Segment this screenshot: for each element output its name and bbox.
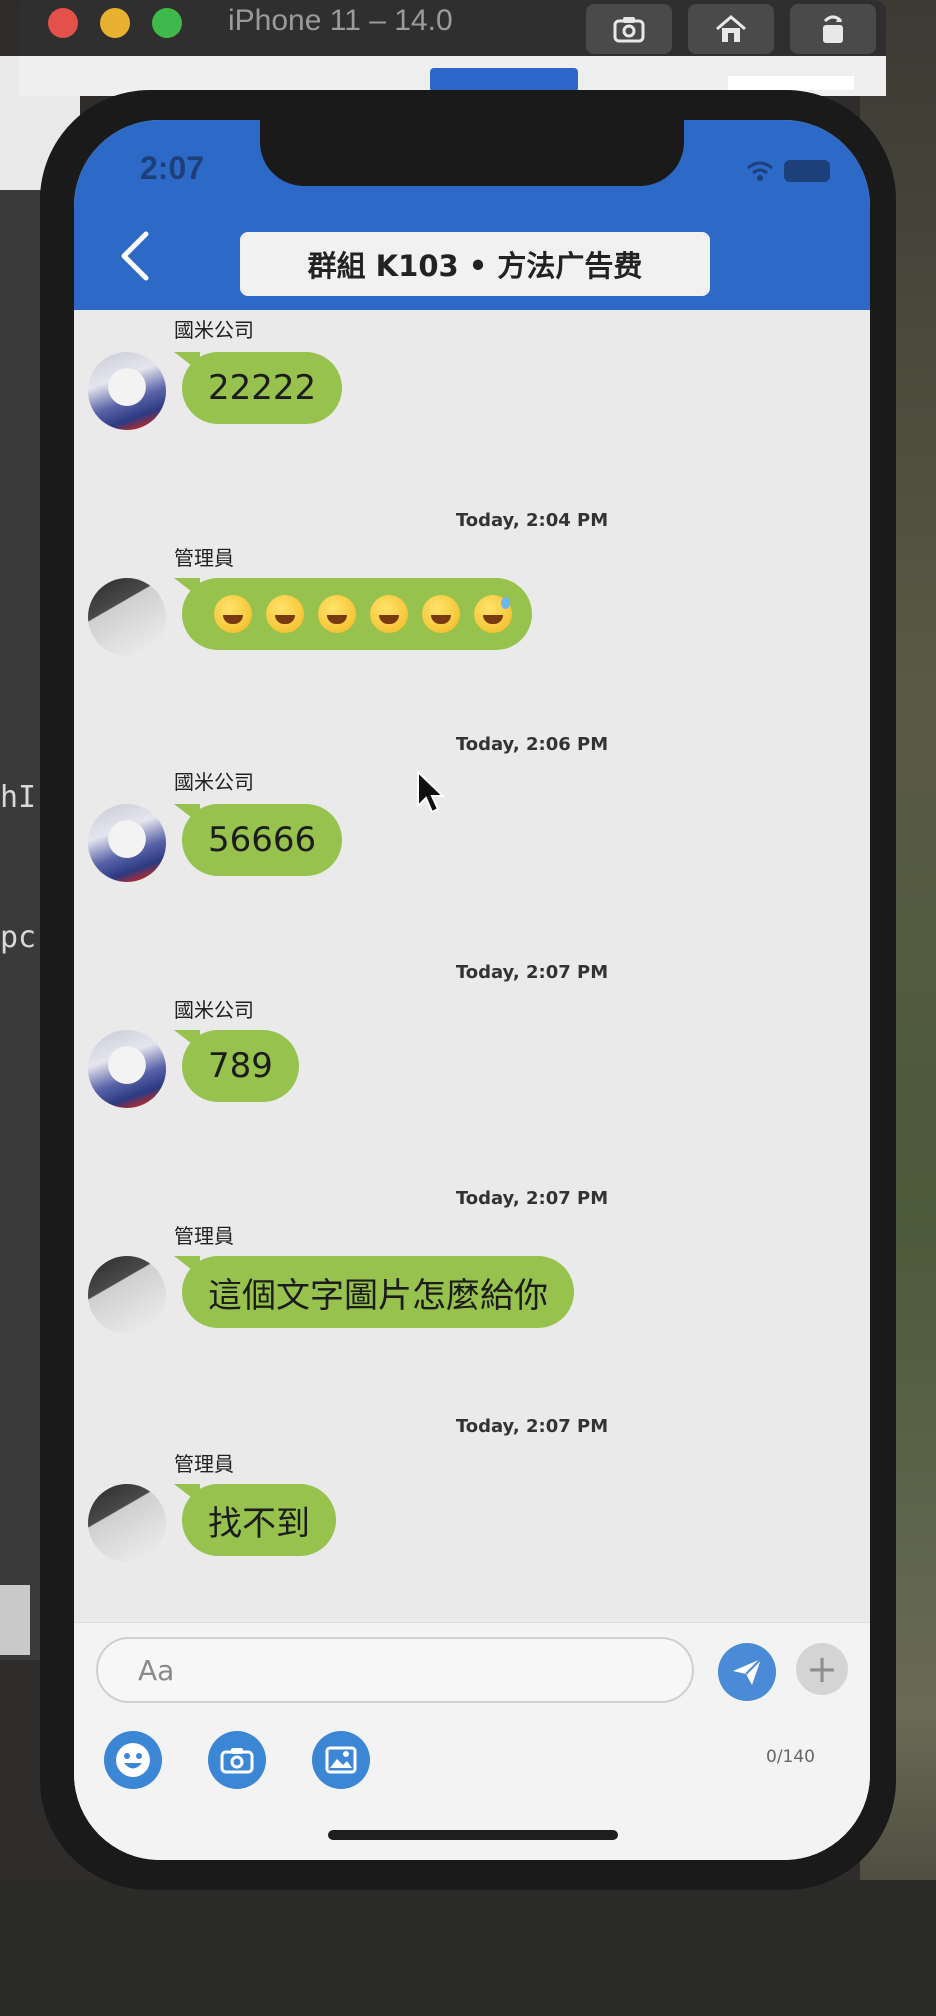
- rotate-button[interactable]: [790, 4, 876, 54]
- close-window-button[interactable]: [48, 8, 78, 38]
- avatar[interactable]: [88, 804, 166, 882]
- message-bubble[interactable]: 789: [174, 1030, 299, 1102]
- grin-emoji-icon: [422, 595, 460, 633]
- background-tab: [728, 76, 854, 90]
- sender-name: 國米公司: [174, 998, 254, 1022]
- message-bubble[interactable]: 22222: [173, 352, 343, 424]
- avatar[interactable]: [88, 352, 166, 430]
- zoom-window-button[interactable]: [152, 8, 182, 38]
- phone-screen: 2:07 群組 K103 • 方法广告费 國米公司 22222 Today, 2…: [74, 120, 870, 1860]
- emoji-button[interactable]: [104, 1731, 162, 1789]
- notch: [260, 120, 684, 186]
- background-text: hI: [0, 780, 37, 815]
- home-indicator[interactable]: [328, 1830, 618, 1840]
- message-timestamp: Today, 2:04 PM: [455, 510, 609, 531]
- send-button[interactable]: [718, 1643, 776, 1701]
- screenshot-icon: [613, 17, 645, 43]
- emoji-icon: [116, 1743, 150, 1777]
- image-icon: [325, 1746, 357, 1774]
- status-time: 2:07: [140, 150, 205, 186]
- paper-plane-icon: [733, 1658, 762, 1685]
- home-icon: [716, 15, 746, 42]
- message-bubble[interactable]: 這個文字圖片怎麼給你: [174, 1256, 574, 1328]
- sender-name: 管理員: [174, 1224, 234, 1248]
- chevron-left-icon[interactable]: [114, 228, 158, 284]
- battery-icon: [784, 160, 830, 182]
- camera-button[interactable]: [208, 1731, 266, 1789]
- sender-name: 管理員: [174, 546, 234, 570]
- background-bottom: [0, 1880, 936, 2016]
- sender-name: 國米公司: [174, 318, 254, 342]
- sweat-smile-emoji-icon: [474, 595, 512, 633]
- camera-icon: [220, 1748, 254, 1774]
- message-list[interactable]: 國米公司 22222 Today, 2:04 PM 管理員 Today, 2:0…: [74, 310, 870, 1622]
- message-timestamp: Today, 2:07 PM: [455, 962, 609, 983]
- grinning-emoji-icon: [214, 595, 252, 633]
- status-icons: [746, 160, 830, 182]
- rotate-icon: [823, 15, 843, 43]
- avatar[interactable]: [88, 1030, 166, 1108]
- grinning-emoji-icon: [318, 595, 356, 633]
- sender-name: 管理員: [174, 1452, 234, 1476]
- screenshot-button[interactable]: [586, 4, 672, 54]
- message-timestamp: Today, 2:07 PM: [455, 1416, 609, 1437]
- simulator-title: iPhone 11 – 14.0: [228, 4, 453, 37]
- grinning-emoji-icon: [370, 595, 408, 633]
- message-bubble[interactable]: 找不到: [174, 1484, 336, 1556]
- character-counter: 0/140: [766, 1747, 815, 1767]
- message-input[interactable]: Aa: [96, 1637, 694, 1703]
- mouse-cursor-icon: [417, 770, 446, 814]
- plus-icon[interactable]: +: [796, 1643, 848, 1695]
- message-bubble[interactable]: [174, 578, 532, 650]
- avatar[interactable]: [88, 1256, 166, 1334]
- background-text: pc: [0, 920, 37, 955]
- message-timestamp: Today, 2:07 PM: [455, 1188, 609, 1209]
- message-bubble[interactable]: 56666: [173, 804, 343, 876]
- message-composer: Aa + 0/140: [74, 1622, 870, 1860]
- background-box: [0, 1585, 30, 1655]
- simulator-title-bar: iPhone 11 – 14.0: [18, 0, 886, 56]
- message-timestamp: Today, 2:06 PM: [455, 734, 609, 755]
- sender-name: 國米公司: [174, 770, 254, 794]
- background-tab: [430, 68, 578, 92]
- image-button[interactable]: [312, 1731, 370, 1789]
- avatar[interactable]: [88, 1484, 166, 1562]
- chat-title: 群組 K103 • 方法广告费: [240, 232, 710, 296]
- wifi-icon: [747, 161, 773, 181]
- avatar[interactable]: [88, 578, 166, 656]
- home-button[interactable]: [688, 4, 774, 54]
- grinning-emoji-icon: [266, 595, 304, 633]
- minimize-window-button[interactable]: [100, 8, 130, 38]
